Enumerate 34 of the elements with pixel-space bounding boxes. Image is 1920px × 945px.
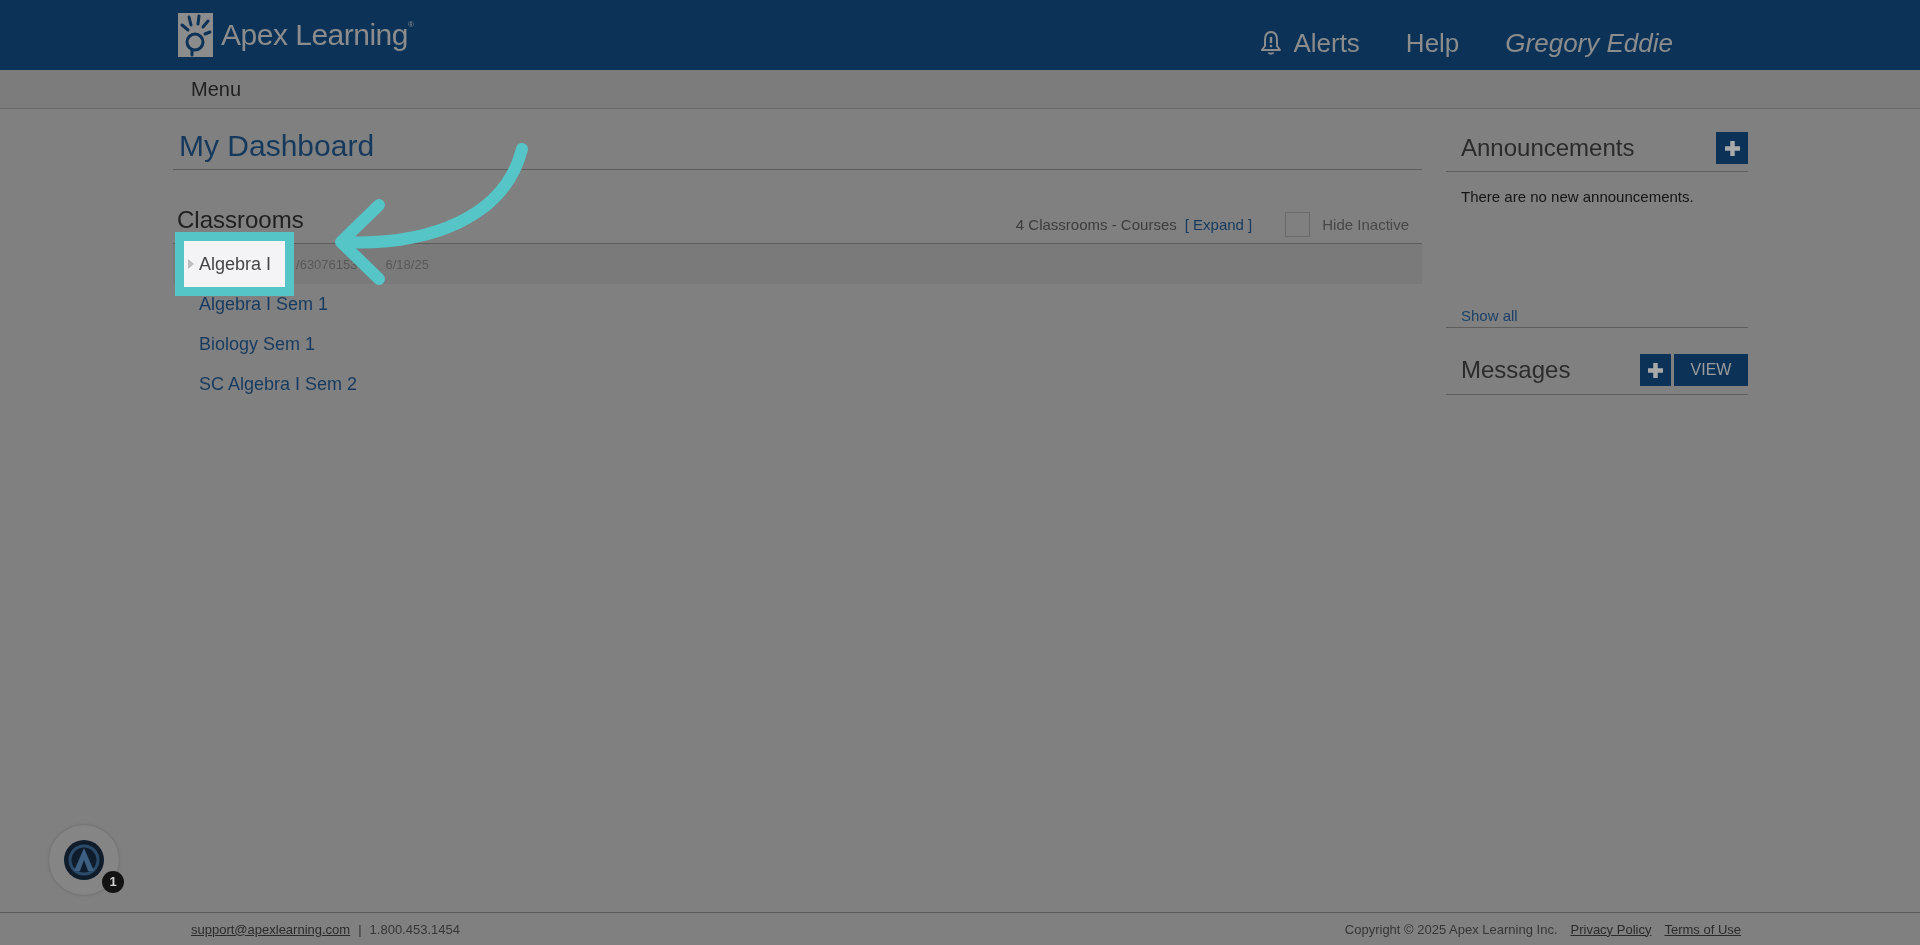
expand-link[interactable]: [ Expand ]: [1184, 216, 1253, 233]
checkbox-label: Hide Inactive: [1322, 216, 1409, 233]
copyright-text: Copyright © 2025 Apex Learning Inc.: [1344, 921, 1558, 937]
separator-text: |: [358, 921, 362, 937]
panel-title: Messages: [1460, 355, 1571, 385]
email-link[interactable]: support@apexlearning.com: [191, 921, 351, 937]
plus-icon: [1648, 362, 1663, 378]
course-link[interactable]: Biology Sem 1: [199, 335, 316, 353]
classroom-count: 4 Classrooms - Courses: [1015, 216, 1177, 233]
add-button[interactable]: [1640, 354, 1671, 386]
show-all-link[interactable]: Show all: [1461, 307, 1518, 325]
plus-icon: [1724, 140, 1740, 156]
course-link[interactable]: Algebra I: [199, 255, 272, 273]
footer-link[interactable]: Privacy Policy: [1570, 921, 1652, 937]
help-link[interactable]: Help: [1405, 28, 1460, 58]
assistant-button[interactable]: [49, 825, 119, 895]
course-link[interactable]: SC Algebra I Sem 2: [199, 375, 358, 393]
empty-message: There are no new announcements.: [1461, 188, 1695, 206]
alerts-button[interactable]: Alerts: [1260, 28, 1360, 58]
add-button[interactable]: [1716, 132, 1748, 164]
bell-icon: [1260, 30, 1283, 56]
logo-icon: [64, 840, 104, 880]
panel-title: Announcements: [1460, 133, 1635, 163]
page-title: My Dashboard: [173, 127, 1422, 170]
footer-link[interactable]: Terms of Use: [1664, 921, 1741, 937]
section-heading: Classrooms: [176, 209, 304, 231]
view-button[interactable]: VIEW: [1674, 354, 1748, 386]
user-name-link[interactable]: Gregory Eddie: [1505, 28, 1673, 58]
menu-button[interactable]: Menu: [191, 77, 242, 101]
logo-icon: [178, 13, 213, 57]
course-link[interactable]: Algebra I Sem 1: [199, 295, 329, 313]
phone-number: 1.800.453.1454: [369, 921, 460, 937]
logo-text: Apex Learning$^{®}$: [221, 18, 414, 52]
notification-badge: 1: [102, 871, 124, 893]
